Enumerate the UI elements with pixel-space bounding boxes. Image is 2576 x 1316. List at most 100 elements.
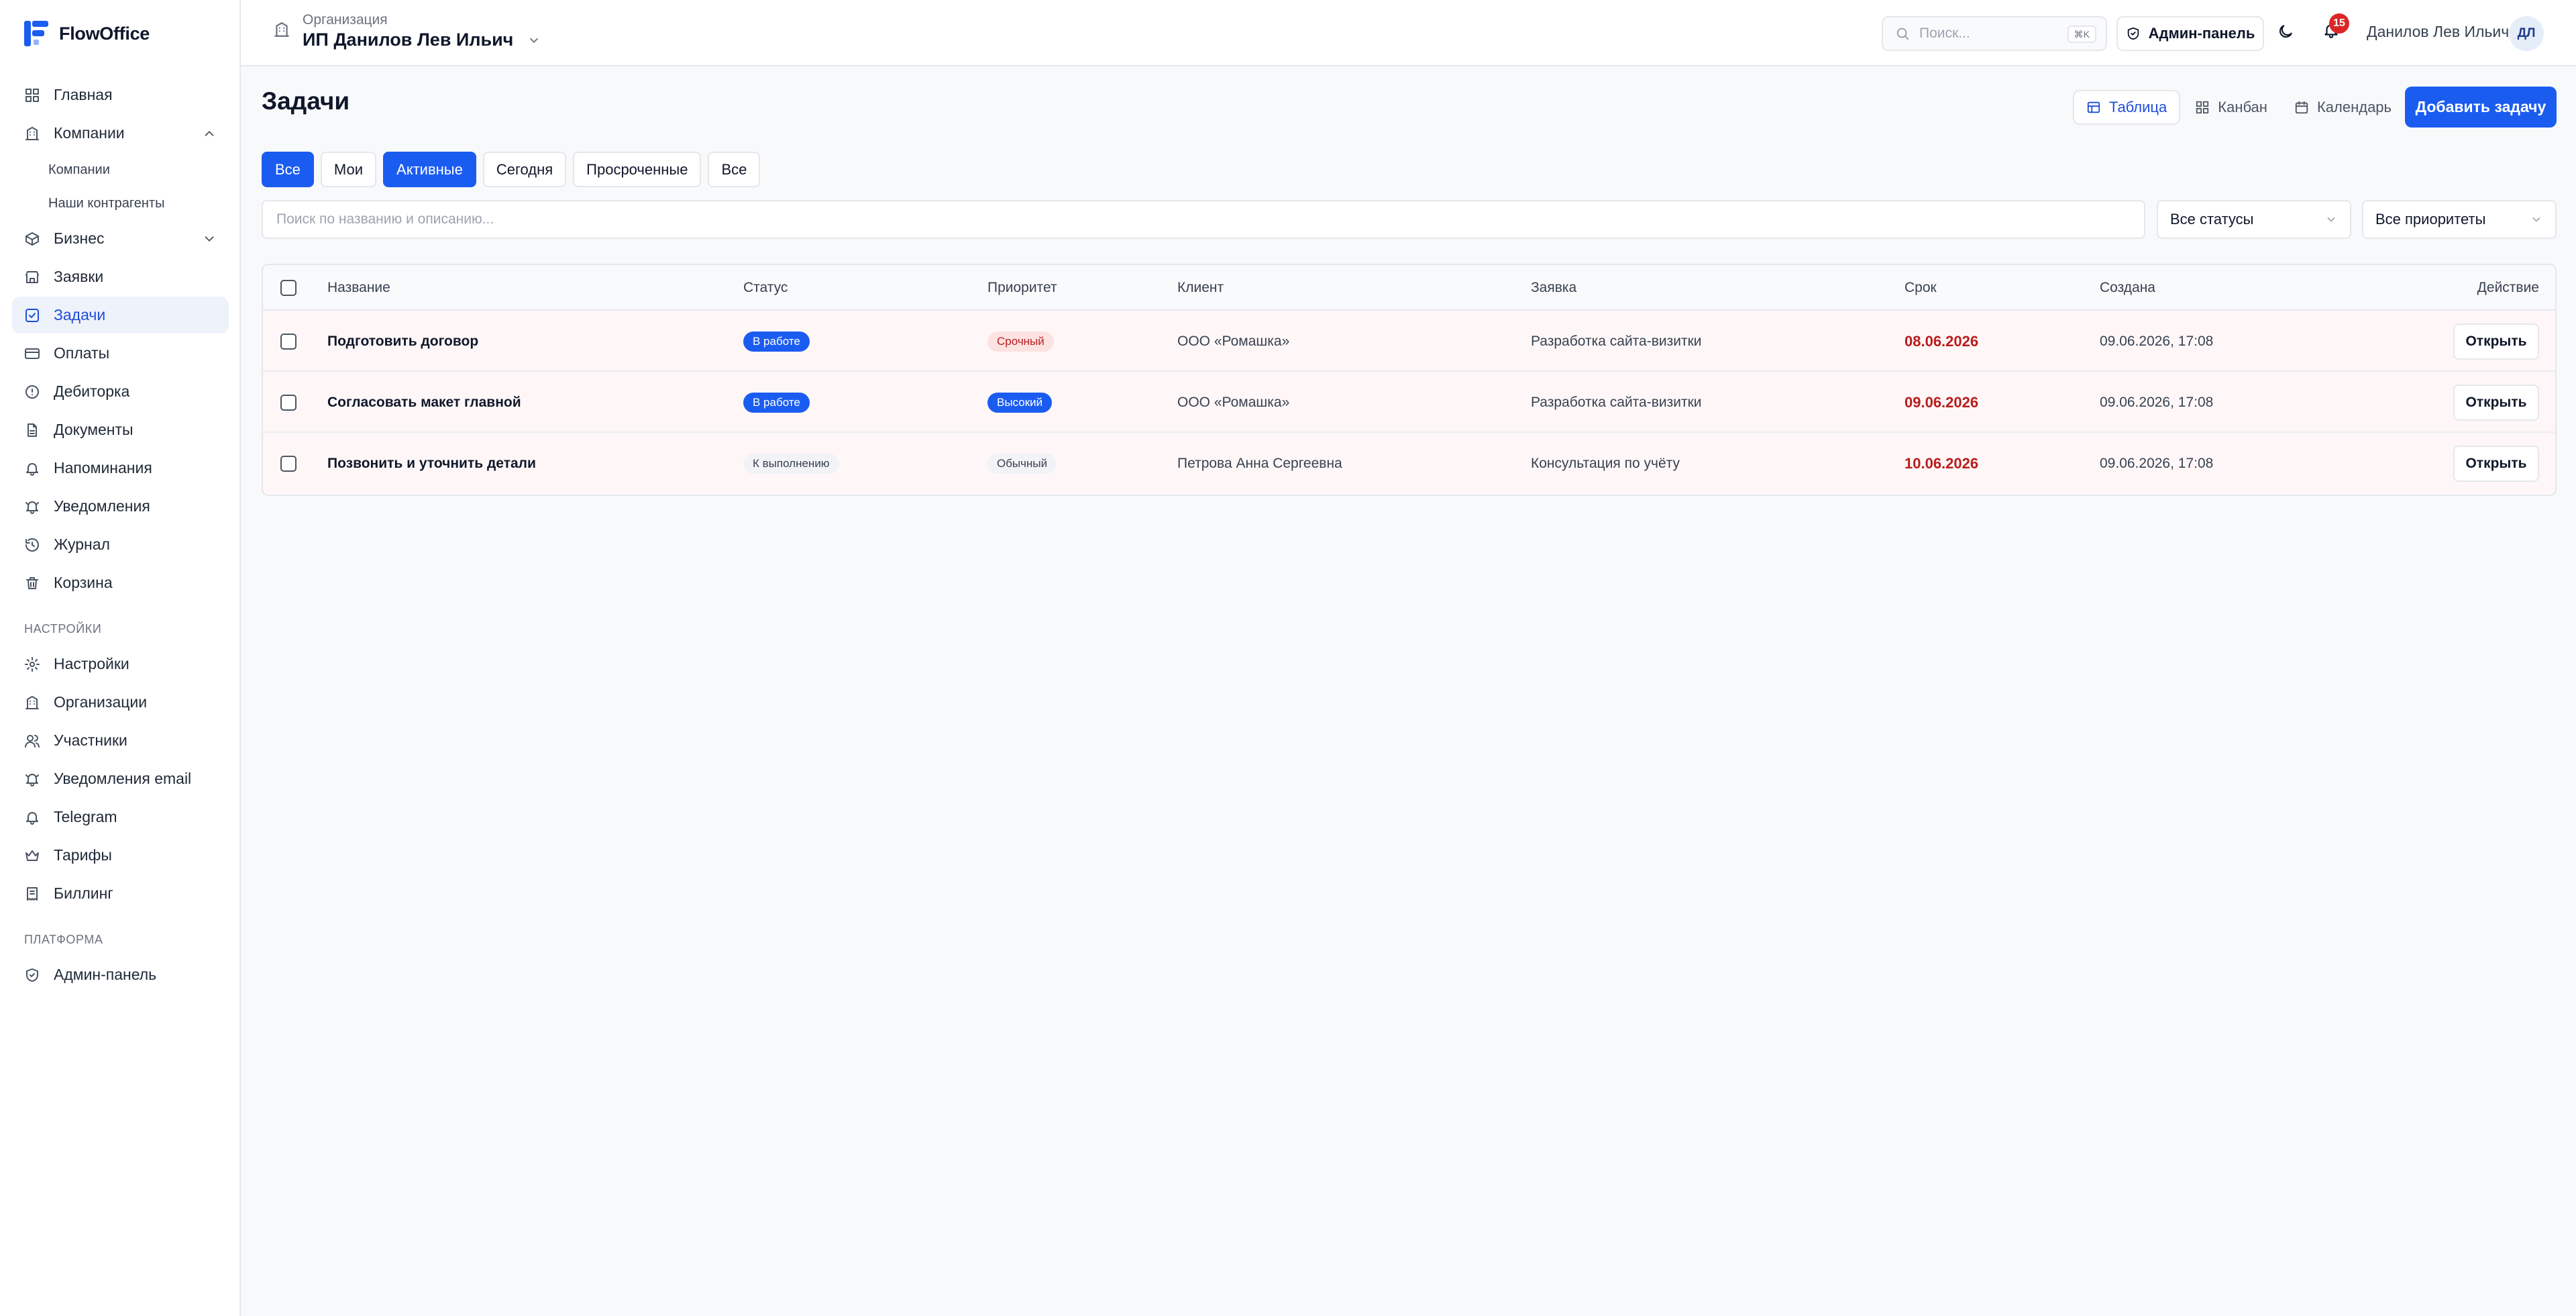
column-header-due[interactable]: Срок <box>1904 265 1937 311</box>
row-checkbox[interactable] <box>280 455 297 472</box>
chevron-down-icon <box>530 38 539 43</box>
priority-badge: Высокий <box>987 392 1053 413</box>
status-badge: В работе <box>743 392 810 413</box>
table-row[interactable]: Подготовить договор В работе Срочный ООО… <box>263 311 2555 372</box>
filter-today[interactable]: Сегодня <box>482 152 567 187</box>
priority-badge: Обычный <box>987 453 1057 474</box>
sidebar-item-organizations[interactable]: Организации <box>12 684 229 721</box>
sidebar-item-label: Бизнес <box>54 230 105 247</box>
task-name[interactable]: Согласовать макет главной <box>327 372 521 433</box>
column-header-status[interactable]: Статус <box>743 265 788 311</box>
row-checkbox[interactable] <box>280 333 297 350</box>
sidebar-item-email-notifications[interactable]: Уведомления email <box>12 760 229 797</box>
sidebar-item-tasks[interactable]: Задачи <box>12 297 229 334</box>
priority-badge: Срочный <box>987 331 1054 352</box>
search-placeholder: Поиск... <box>1919 26 1970 41</box>
sidebar-subitem-companies[interactable]: Компании <box>12 153 229 187</box>
add-task-button[interactable]: Добавить задачу <box>2405 87 2557 128</box>
alert-circle-icon <box>25 385 39 399</box>
organization-switcher[interactable]: Организация ИП Данилов Лев Ильич <box>273 12 541 50</box>
tab-label: Таблица <box>2109 99 2167 115</box>
priority-select-value: Все приоритеты <box>2375 211 2486 227</box>
column-header-name[interactable]: Название <box>327 265 390 311</box>
sidebar-item-trash[interactable]: Корзина <box>12 564 229 601</box>
sidebar-item-label: Главная <box>54 86 113 103</box>
sidebar-item-settings[interactable]: Настройки <box>12 646 229 682</box>
status-select[interactable]: Все статусы <box>2157 200 2351 239</box>
select-all-checkbox[interactable] <box>280 280 297 296</box>
sidebar-item-home[interactable]: Главная <box>12 77 229 113</box>
table-row[interactable]: Согласовать макет главной В работе Высок… <box>263 372 2555 433</box>
sidebar-item-payments[interactable]: Оплаты <box>12 335 229 372</box>
task-search-input[interactable]: Поиск по названию и описанию... <box>262 200 2145 239</box>
filter-overdue[interactable]: Просроченные <box>573 152 702 187</box>
filter-active[interactable]: Активные <box>383 152 476 187</box>
tab-calendar-view[interactable]: Календарь <box>2282 90 2404 125</box>
sidebar-item-business[interactable]: Бизнес <box>12 220 229 257</box>
tasks-table: Название Статус Приоритет Клиент Заявка … <box>262 264 2557 496</box>
sidebar-section-settings: НАСТРОЙКИ <box>24 622 102 636</box>
task-name[interactable]: Позвонить и уточнить детали <box>327 433 536 494</box>
notifications-count-badge: 15 <box>2329 13 2349 34</box>
building-icon <box>273 21 290 42</box>
sidebar-item-tariffs[interactable]: Тарифы <box>12 837 229 874</box>
filter-all-status[interactable]: Все <box>708 152 761 187</box>
admin-panel-button[interactable]: Админ-панель <box>2116 16 2264 51</box>
sidebar-item-admin-panel[interactable]: Админ-панель <box>12 956 229 993</box>
filter-mine[interactable]: Мои <box>320 152 377 187</box>
tab-kanban-view[interactable]: Канбан <box>2183 90 2279 125</box>
row-checkbox[interactable] <box>280 394 297 411</box>
users-icon <box>25 734 40 748</box>
filter-all[interactable]: Все <box>262 152 314 187</box>
tab-label: Канбан <box>2218 99 2267 115</box>
task-name[interactable]: Подготовить договор <box>327 311 478 372</box>
admin-panel-label: Админ-панель <box>2148 25 2255 42</box>
open-task-button[interactable]: Открыть <box>2453 445 2539 482</box>
document-icon <box>28 423 37 437</box>
sidebar-item-label: Telegram <box>54 808 117 825</box>
crown-icon <box>25 850 39 861</box>
bell-icon <box>26 462 38 476</box>
building-icon <box>25 695 39 709</box>
table-row[interactable]: Позвонить и уточнить детали К выполнению… <box>263 433 2555 494</box>
sidebar-item-companies[interactable]: Компании <box>12 115 229 152</box>
sidebar-item-label: Участники <box>54 731 127 749</box>
topbar: Организация ИП Данилов Лев Ильич Поиск..… <box>241 0 2576 66</box>
sidebar-item-label: Организации <box>54 693 148 711</box>
open-task-button[interactable]: Открыть <box>2453 323 2539 360</box>
column-header-request[interactable]: Заявка <box>1531 265 1576 311</box>
receipt-icon <box>27 887 38 901</box>
column-header-client[interactable]: Клиент <box>1177 265 1224 311</box>
sidebar-item-requests[interactable]: Заявки <box>12 258 229 295</box>
task-created-at: 09.06.2026, 17:08 <box>2100 455 2214 471</box>
theme-toggle-button[interactable] <box>2277 23 2297 43</box>
sidebar-item-documents[interactable]: Документы <box>12 411 229 448</box>
sidebar-item-members[interactable]: Участники <box>12 722 229 759</box>
status-select-value: Все статусы <box>2170 211 2254 227</box>
column-header-created[interactable]: Создана <box>2100 265 2155 311</box>
tab-table-view[interactable]: Таблица <box>2073 90 2181 125</box>
sidebar-item-label: Задачи <box>54 306 106 323</box>
chevron-down-icon <box>2327 217 2335 222</box>
priority-select[interactable]: Все приоритеты <box>2362 200 2557 239</box>
avatar[interactable]: ДЛ <box>2509 16 2544 51</box>
column-header-priority[interactable]: Приоритет <box>987 265 1057 311</box>
sidebar-item-label: Тарифы <box>54 846 112 864</box>
bell-ring-icon <box>25 501 39 514</box>
shield-check-icon <box>26 968 38 982</box>
sidebar-item-journal[interactable]: Журнал <box>12 526 229 563</box>
sidebar-subitem-counterparties[interactable]: Наши контрагенты <box>12 187 229 220</box>
brand[interactable]: FlowOffice <box>23 19 150 48</box>
user-name[interactable]: Данилов Лев Ильич <box>2367 23 2509 41</box>
sidebar-item-telegram[interactable]: Telegram <box>12 799 229 836</box>
global-search-input[interactable]: Поиск... ⌘K <box>1882 16 2107 51</box>
open-task-button[interactable]: Открыть <box>2453 384 2539 421</box>
task-client: ООО «Ромашка» <box>1177 394 1290 410</box>
flowoffice-logo-icon <box>24 21 48 46</box>
sidebar-item-notifications[interactable]: Уведомления <box>12 488 229 525</box>
sidebar-item-billing[interactable]: Биллинг <box>12 875 229 912</box>
credit-card-icon <box>25 348 40 359</box>
box-icon <box>25 232 39 246</box>
sidebar-item-receivables[interactable]: Дебиторка <box>12 373 229 410</box>
sidebar-item-reminders[interactable]: Напоминания <box>12 450 229 487</box>
